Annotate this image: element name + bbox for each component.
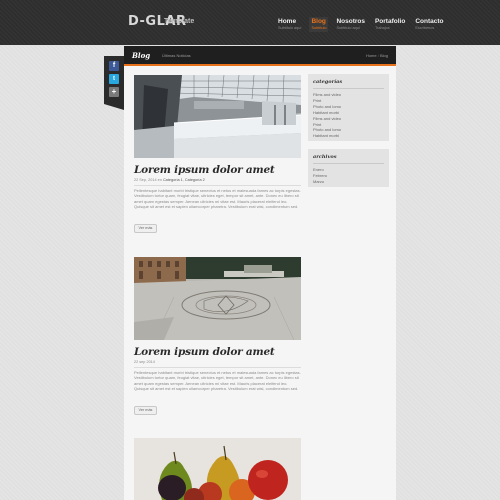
post-title[interactable]: Lorem ipsum dolor amet <box>134 164 275 176</box>
site-header: D-GLAR Template Home Subtítulo aquí Blog… <box>0 0 500 45</box>
facebook-icon[interactable]: f <box>109 61 119 71</box>
post-title[interactable]: Lorem ipsum dolor amet <box>134 346 275 358</box>
post-image[interactable] <box>134 75 301 158</box>
nav-item-portafolio[interactable]: Portafolio Trabajos <box>373 17 407 32</box>
post-divider <box>134 185 301 186</box>
blog-post: Lorem ipsum dolor amet 22 Sep, 2014 en C… <box>134 75 301 235</box>
blog-post: Lorem ipsum dolor amet 22 sep 2014 Pelle… <box>134 257 301 417</box>
page-title-bar: Blog Últimas Noticias Home / Blog <box>124 46 396 66</box>
nav-item-label: Contacto <box>415 18 444 25</box>
archives-widget: archivos Enero Febrero Marzo <box>308 149 389 187</box>
breadcrumb-current: Blog <box>379 53 388 58</box>
widget-title: categorías <box>313 79 343 85</box>
post-date: 22 Sep, 2014 en <box>134 178 162 182</box>
post-meta: 22 Sep, 2014 en Categoría 1, Categoría 2 <box>134 178 205 182</box>
nav-item-subtitle: Trabajos <box>374 26 390 30</box>
post-excerpt: Pellentesque habitant morbi tristique se… <box>134 370 301 391</box>
page-title: Blog <box>132 51 151 60</box>
widget-divider <box>313 163 384 164</box>
fruit-photo <box>134 438 301 500</box>
categories-widget: categorías Films and video Print Photo a… <box>308 74 389 141</box>
nav-item-label: Blog <box>311 18 326 25</box>
nav-item-subtitle: Subtítulo aquí <box>278 26 302 30</box>
plaza-photo <box>134 257 301 340</box>
nav-item-home[interactable]: Home Subtítulo aquí <box>276 17 303 32</box>
post-category-separator: , <box>182 178 184 182</box>
breadcrumb-separator: / <box>377 53 379 58</box>
nav-item-subtitle: Escríbenos <box>415 26 435 30</box>
widget-divider <box>313 88 384 89</box>
breadcrumb-home[interactable]: Home <box>366 53 377 58</box>
post-divider <box>134 367 301 368</box>
widget-title: archivos <box>313 154 337 160</box>
post-image[interactable] <box>134 438 301 500</box>
read-more-button[interactable]: Ver más <box>134 224 157 233</box>
nav-item-contacto[interactable]: Contacto Escríbenos <box>413 17 445 32</box>
nav-item-label: Home <box>278 18 297 25</box>
blog-post <box>134 438 301 500</box>
main-content: Lorem ipsum dolor amet 22 Sep, 2014 en C… <box>124 66 396 500</box>
nav-item-blog[interactable]: Blog Subtítulo <box>309 17 329 32</box>
breadcrumb: Home / Blog <box>366 53 388 58</box>
archive-link[interactable]: Marzo <box>313 179 384 185</box>
page-subtitle: Últimas Noticias <box>162 53 191 58</box>
post-category-link[interactable]: Categoría 2 <box>185 178 205 182</box>
twitter-icon[interactable]: t <box>109 74 119 84</box>
post-excerpt: Pellentesque habitant morbi tristique se… <box>134 188 301 209</box>
plus-icon[interactable]: + <box>109 87 119 97</box>
building-interior-photo <box>134 75 301 158</box>
nav-item-label: Portafolio <box>374 18 406 25</box>
read-more-button[interactable]: Ver más <box>134 406 157 415</box>
nav-item-subtitle: Subtítulo aquí <box>336 26 360 30</box>
category-link[interactable]: Habitant morbi <box>313 133 384 139</box>
post-meta: 22 sep 2014 <box>134 360 155 364</box>
post-date: 22 sep 2014 <box>134 360 155 364</box>
logo-subtitle: Template <box>164 18 195 25</box>
nav-item-subtitle: Subtítulo <box>311 26 327 30</box>
social-ribbon: f t + <box>104 56 124 110</box>
nav-item-nosotros[interactable]: Nosotros Subtítulo aquí <box>334 17 367 32</box>
post-category-link[interactable]: Categoría 1 <box>163 178 183 182</box>
nav-item-label: Nosotros <box>336 18 365 25</box>
main-nav: Home Subtítulo aquí Blog Subtítulo Nosot… <box>276 17 451 32</box>
post-image[interactable] <box>134 257 301 340</box>
